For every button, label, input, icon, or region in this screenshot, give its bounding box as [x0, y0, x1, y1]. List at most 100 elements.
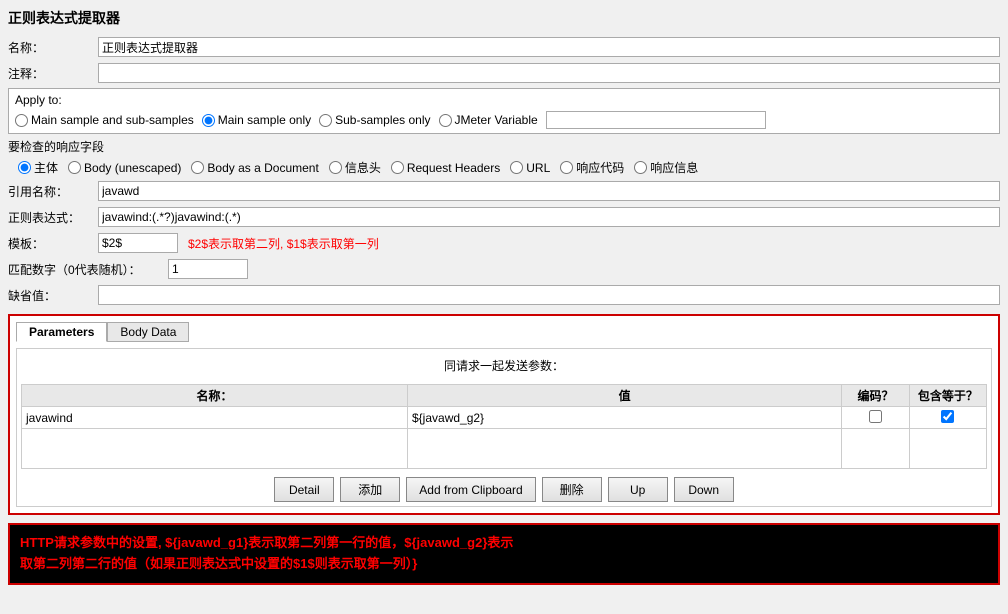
- buttons-row: Detail 添加 Add from Clipboard 删除 Up Down: [21, 477, 987, 502]
- regex-input[interactable]: [98, 207, 1000, 227]
- empty-cell-2: [408, 429, 842, 469]
- regex-row: 正则表达式：: [8, 206, 1000, 228]
- radio-body-doc: Body as a Document: [191, 161, 318, 175]
- page-title: 正则表达式提取器: [8, 8, 1000, 28]
- radio-resp-code-label: 响应代码: [576, 159, 624, 176]
- radio-sub-only: Sub-samples only: [319, 113, 430, 127]
- radio-url: URL: [510, 161, 550, 175]
- comment-label: 注释：: [8, 65, 98, 82]
- detail-button[interactable]: Detail: [274, 477, 334, 502]
- radio-req-headers: Request Headers: [391, 161, 500, 175]
- match-no-input[interactable]: [168, 259, 248, 279]
- main-container: 正则表达式提取器 名称： 注释： Apply to: Main sample a…: [0, 0, 1008, 593]
- params-panel: Parameters Body Data 同请求一起发送参数： 名称： 值 编码…: [8, 314, 1000, 515]
- radio-resp-msg-label: 响应信息: [650, 159, 698, 176]
- col-header-encode: 编码？: [842, 385, 910, 407]
- radio-req-headers-label: Request Headers: [407, 161, 500, 175]
- radio-info-header: 信息头: [329, 159, 381, 176]
- name-label: 名称：: [8, 39, 98, 56]
- match-no-row: 匹配数字（0代表随机）：: [8, 258, 1000, 280]
- radio-resp-msg-input[interactable]: [634, 161, 647, 174]
- default-row: 缺省值：: [8, 284, 1000, 306]
- empty-cell-4: [909, 429, 986, 469]
- add-clipboard-button[interactable]: Add from Clipboard: [406, 477, 535, 502]
- radio-main-sub: Main sample and sub-samples: [15, 113, 194, 127]
- template-annotation: $2$表示取第二列, $1$表示取第一列: [188, 235, 379, 252]
- radio-body-doc-input[interactable]: [191, 161, 204, 174]
- empty-cell-3: [842, 429, 910, 469]
- radio-main-only: Main sample only: [202, 113, 311, 127]
- include-checkbox[interactable]: [941, 410, 954, 423]
- radio-body-label: 主体: [34, 159, 58, 176]
- comment-row: 注释：: [8, 62, 1000, 84]
- comment-input[interactable]: [98, 63, 1000, 83]
- row-include-cell: [909, 407, 986, 429]
- radio-jmeter-var-input[interactable]: [439, 114, 452, 127]
- col-header-include: 包含等于？: [909, 385, 986, 407]
- radio-req-headers-input[interactable]: [391, 161, 404, 174]
- info-box: HTTP请求参数中的设置, ${javawd_g1}表示取第二列第一行的值，${…: [8, 523, 1000, 585]
- regex-label: 正则表达式：: [8, 209, 98, 226]
- template-row: 模板： $2$表示取第二列, $1$表示取第一列: [8, 232, 1000, 254]
- apply-to-section: Apply to: Main sample and sub-samples Ma…: [8, 88, 1000, 134]
- delete-button[interactable]: 删除: [542, 477, 602, 502]
- params-table: 名称： 值 编码？ 包含等于？ javawind ${javawd_g2}: [21, 384, 987, 469]
- radio-url-label: URL: [526, 161, 550, 175]
- table-row: javawind ${javawd_g2}: [22, 407, 987, 429]
- radio-resp-msg: 响应信息: [634, 159, 698, 176]
- template-label: 模板：: [8, 235, 98, 252]
- radio-body: 主体: [18, 159, 58, 176]
- down-button[interactable]: Down: [674, 477, 734, 502]
- radio-jmeter-var: JMeter Variable: [439, 113, 538, 127]
- default-label: 缺省值：: [8, 287, 98, 304]
- response-field-label: 要检查的响应字段: [8, 138, 1000, 155]
- params-table-section: 同请求一起发送参数： 名称： 值 编码？ 包含等于？ javawind ${ja…: [16, 348, 992, 507]
- row-value-cell: ${javawd_g2}: [408, 407, 842, 429]
- radio-url-input[interactable]: [510, 161, 523, 174]
- match-no-label: 匹配数字（0代表随机）：: [8, 261, 168, 278]
- empty-row: [22, 429, 987, 469]
- name-input[interactable]: [98, 37, 1000, 57]
- row-name-cell: javawind: [22, 407, 408, 429]
- radio-jmeter-var-label: JMeter Variable: [455, 113, 538, 127]
- ref-name-row: 引用名称：: [8, 180, 1000, 202]
- radio-body-unescaped: Body (unescaped): [68, 161, 181, 175]
- info-text-line2: 取第二列第二行的值（如果正则表达式中设置的$1$则表示取第一列）}: [20, 554, 988, 575]
- radio-main-sub-input[interactable]: [15, 114, 28, 127]
- empty-cell-1: [22, 429, 408, 469]
- up-button[interactable]: Up: [608, 477, 668, 502]
- radio-info-header-input[interactable]: [329, 161, 342, 174]
- radio-body-unescaped-input[interactable]: [68, 161, 81, 174]
- ref-name-input[interactable]: [98, 181, 1000, 201]
- tabs-bar: Parameters Body Data: [16, 322, 992, 342]
- ref-name-label: 引用名称：: [8, 183, 98, 200]
- row-encode-cell: [842, 407, 910, 429]
- apply-to-title: Apply to:: [15, 93, 993, 107]
- radio-resp-code-input[interactable]: [560, 161, 573, 174]
- template-input[interactable]: [98, 233, 178, 253]
- col-header-value: 值: [408, 385, 842, 407]
- radio-info-header-label: 信息头: [345, 159, 381, 176]
- radio-main-only-label: Main sample only: [218, 113, 311, 127]
- encode-checkbox[interactable]: [869, 410, 882, 423]
- response-field-section: 要检查的响应字段 主体 Body (unescaped) Body as a D…: [8, 138, 1000, 176]
- response-field-radios: 主体 Body (unescaped) Body as a Document 信…: [8, 159, 1000, 176]
- name-row: 名称：: [8, 36, 1000, 58]
- radio-sub-only-label: Sub-samples only: [335, 113, 430, 127]
- radio-sub-only-input[interactable]: [319, 114, 332, 127]
- info-text-line1: HTTP请求参数中的设置, ${javawd_g1}表示取第二列第一行的值，${…: [20, 533, 988, 554]
- apply-to-radio-group: Main sample and sub-samples Main sample …: [15, 111, 993, 129]
- tab-parameters[interactable]: Parameters: [16, 322, 107, 342]
- radio-body-input[interactable]: [18, 161, 31, 174]
- radio-body-unescaped-label: Body (unescaped): [84, 161, 181, 175]
- default-input[interactable]: [98, 285, 1000, 305]
- radio-body-doc-label: Body as a Document: [207, 161, 318, 175]
- col-header-name: 名称：: [22, 385, 408, 407]
- add-button[interactable]: 添加: [340, 477, 400, 502]
- radio-main-only-input[interactable]: [202, 114, 215, 127]
- radio-main-sub-label: Main sample and sub-samples: [31, 113, 194, 127]
- radio-resp-code: 响应代码: [560, 159, 624, 176]
- jmeter-var-input[interactable]: [546, 111, 766, 129]
- tab-body-data[interactable]: Body Data: [107, 322, 189, 342]
- send-params-label: 同请求一起发送参数：: [21, 353, 987, 378]
